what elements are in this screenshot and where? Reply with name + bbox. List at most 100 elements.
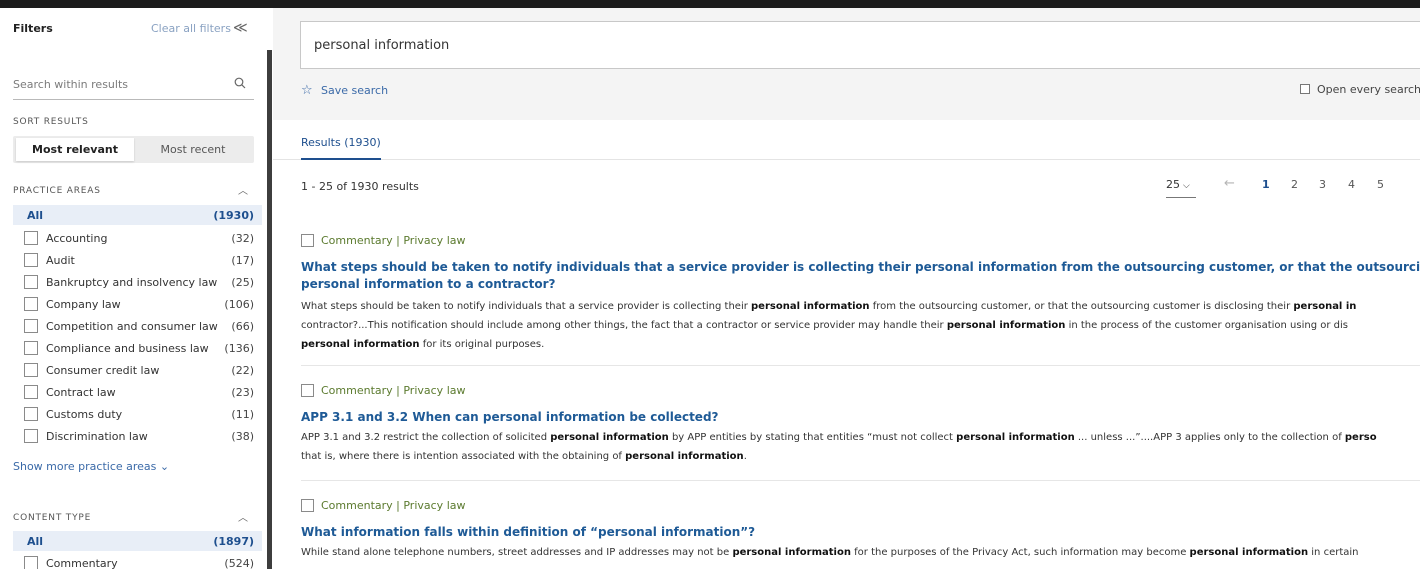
result-title-link-line2[interactable]: personal information to a contractor?: [301, 276, 555, 293]
page-2-button[interactable]: 2: [1291, 178, 1298, 191]
page-3-button[interactable]: 3: [1319, 178, 1326, 191]
sort-toggle: Most relevant Most recent: [13, 136, 254, 163]
result-select-checkbox[interactable]: [301, 499, 314, 512]
filters-title: Filters: [13, 22, 53, 35]
practice-areas-collapse-icon[interactable]: ︿: [238, 182, 248, 197]
page-5-button[interactable]: 5: [1377, 178, 1384, 191]
facet-count: (106): [224, 298, 254, 311]
filters-sidebar: Filters Clear all filters ≪ SORT RESULTS…: [0, 8, 266, 569]
checkbox[interactable]: [24, 341, 38, 355]
facet-count: (17): [231, 254, 254, 267]
checkbox[interactable]: [24, 556, 38, 569]
facet-label: Discrimination law: [46, 430, 148, 443]
per-page-value: 25: [1166, 178, 1180, 191]
page-1-button[interactable]: 1: [1262, 178, 1270, 191]
chevron-down-icon: ⌵: [1183, 181, 1190, 191]
facet-count: (524): [224, 557, 254, 569]
result-title-link[interactable]: What information falls within definition…: [301, 524, 755, 541]
facet-audit[interactable]: Audit (17): [24, 250, 254, 270]
sidebar-scrollbar[interactable]: [267, 50, 272, 569]
page-4-button[interactable]: 4: [1348, 178, 1355, 191]
facet-commentary[interactable]: Commentary (524): [24, 553, 254, 569]
main-search-input[interactable]: [314, 34, 1114, 56]
results-main: ☆ Save search Open every search Results …: [273, 8, 1420, 569]
checkbox[interactable]: [24, 407, 38, 421]
filters-header: Filters Clear all filters ≪: [13, 20, 261, 40]
facet-bankruptcy[interactable]: Bankruptcy and insolvency law (25): [24, 272, 254, 292]
facet-discrimination-law[interactable]: Discrimination law (38): [24, 426, 254, 446]
checkbox[interactable]: [24, 385, 38, 399]
show-more-practice-areas-link[interactable]: Show more practice areas ⌄: [13, 460, 169, 473]
facet-label: Consumer credit law: [46, 364, 160, 377]
content-type-collapse-icon[interactable]: ︿: [238, 509, 248, 524]
facet-compliance[interactable]: Compliance and business law (136): [24, 338, 254, 358]
practice-areas-label: PRACTICE AREAS: [13, 186, 101, 196]
facet-label: Contract law: [46, 386, 116, 399]
sort-most-relevant-button[interactable]: Most relevant: [16, 138, 134, 161]
facet-label: Bankruptcy and insolvency law: [46, 276, 218, 289]
open-every-search-checkbox[interactable]: [1300, 84, 1310, 94]
results-panel: Results (1930) 1 - 25 of 1930 results 25…: [273, 120, 1420, 569]
facet-accounting[interactable]: Accounting (32): [24, 228, 254, 248]
all-count: (1930): [213, 209, 254, 222]
tab-results[interactable]: Results (1930): [301, 136, 381, 160]
clear-all-filters-link[interactable]: Clear all filters: [151, 22, 231, 35]
result-snippet: What steps should be taken to notify ind…: [301, 297, 1356, 354]
result-meta: Commentary | Privacy law: [301, 233, 701, 249]
checkbox[interactable]: [24, 253, 38, 267]
facet-consumer-credit[interactable]: Consumer credit law (22): [24, 360, 254, 380]
checkbox[interactable]: [24, 297, 38, 311]
results-tabs: Results (1930): [273, 120, 1420, 160]
results-range-text: 1 - 25 of 1930 results: [301, 180, 419, 193]
facet-count: (136): [224, 342, 254, 355]
all-label: All: [27, 209, 44, 222]
result-item: Commentary | Privacy law APP 3.1 and 3.2…: [301, 383, 1420, 478]
result-title-link[interactable]: What steps should be taken to notify ind…: [301, 259, 1420, 276]
facet-label: Customs duty: [46, 408, 123, 421]
result-item: Commentary | Privacy law What informatio…: [301, 498, 1420, 568]
facet-company-law[interactable]: Company law (106): [24, 294, 254, 314]
result-meta: Commentary | Privacy law: [301, 498, 701, 514]
all-label: All: [27, 535, 44, 548]
result-item: Commentary | Privacy law What steps shou…: [301, 233, 1420, 358]
result-meta: Commentary | Privacy law: [301, 383, 701, 399]
checkbox[interactable]: [24, 275, 38, 289]
result-divider: [301, 480, 1420, 481]
open-every-search-label: Open every search: [1317, 83, 1420, 96]
facet-label: Company law: [46, 298, 121, 311]
checkbox[interactable]: [24, 363, 38, 377]
search-icon[interactable]: [234, 77, 246, 89]
facet-competition[interactable]: Competition and consumer law (66): [24, 316, 254, 336]
practice-areas-all[interactable]: All (1930): [13, 205, 262, 225]
result-snippet: While stand alone telephone numbers, str…: [301, 543, 1359, 562]
facet-label: Competition and consumer law: [46, 320, 218, 333]
sort-most-recent-button[interactable]: Most recent: [134, 138, 252, 161]
facet-label: Audit: [46, 254, 75, 267]
snippet-line: personal information for its original pu…: [301, 339, 545, 350]
result-content-tag: Commentary | Privacy law: [321, 499, 466, 512]
checkbox[interactable]: [24, 319, 38, 333]
facet-count: (11): [231, 408, 254, 421]
facet-customs-duty[interactable]: Customs duty (11): [24, 404, 254, 424]
result-select-checkbox[interactable]: [301, 234, 314, 247]
per-page-select[interactable]: 25 ⌵: [1166, 178, 1196, 198]
previous-page-icon[interactable]: ←: [1224, 176, 1235, 191]
result-divider: [301, 365, 1420, 366]
result-select-checkbox[interactable]: [301, 384, 314, 397]
checkbox[interactable]: [24, 231, 38, 245]
star-icon: ☆: [301, 83, 313, 98]
facet-count: (23): [231, 386, 254, 399]
main-search-box: [300, 21, 1420, 69]
all-count: (1897): [213, 535, 254, 548]
facet-contract-law[interactable]: Contract law (23): [24, 382, 254, 402]
snippet-line: APP 3.1 and 3.2 restrict the collection …: [301, 432, 1377, 443]
result-title-link[interactable]: APP 3.1 and 3.2 When can personal inform…: [301, 409, 719, 426]
facet-count: (66): [231, 320, 254, 333]
top-bar: [0, 0, 1420, 8]
search-within-results-input[interactable]: [13, 70, 223, 98]
content-type-label: CONTENT TYPE: [13, 513, 92, 523]
collapse-sidebar-icon[interactable]: ≪: [233, 20, 248, 36]
content-type-all[interactable]: All (1897): [13, 531, 262, 551]
sort-results-label: SORT RESULTS: [13, 117, 89, 127]
checkbox[interactable]: [24, 429, 38, 443]
